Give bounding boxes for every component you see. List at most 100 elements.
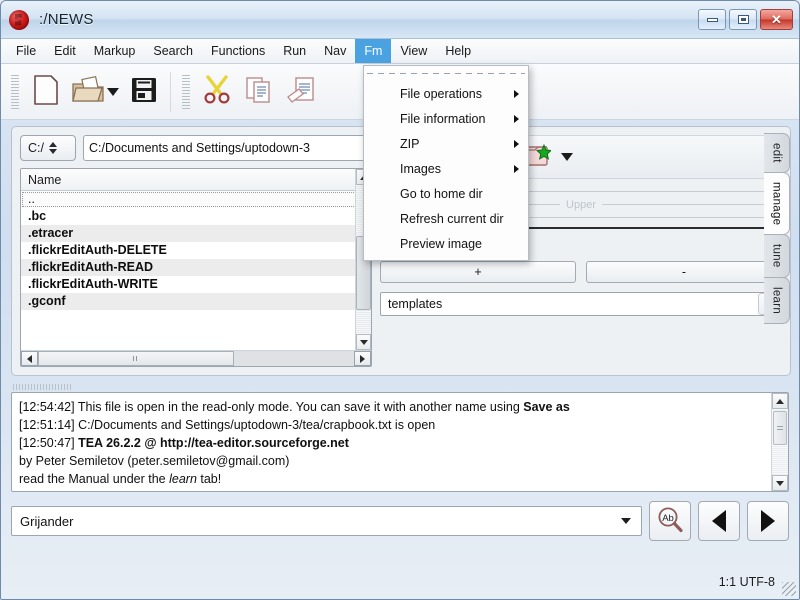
list-item[interactable]: .flickrEditAuth-READ [21, 259, 371, 276]
arrow-right-icon [761, 510, 775, 532]
log-scroll-thumb[interactable] [773, 411, 787, 445]
drive-selector[interactable]: C:/ [20, 135, 76, 161]
bookmarks-buttons: + - [380, 261, 782, 283]
menu-nav[interactable]: Nav [315, 39, 355, 63]
vertical-tab-bar: edit manage tune learn [764, 133, 790, 324]
tab-tune[interactable]: tune [764, 234, 790, 278]
list-item[interactable]: .. [21, 191, 371, 208]
list-item[interactable]: .etracer [21, 225, 371, 242]
menu-item-file-operations[interactable]: File operations [364, 81, 528, 106]
tab-learn[interactable]: learn [764, 276, 790, 324]
file-list-rows: .. .bc .etracer .flickrEditAuth-DELETE .… [21, 191, 371, 366]
scroll-down-button[interactable] [356, 334, 371, 350]
new-file-button[interactable] [25, 71, 67, 113]
fm-left-column: C:/ C:/Documents and Settings/uptodown-3… [20, 135, 372, 367]
menu-file[interactable]: File [7, 39, 45, 63]
menu-item-go-to-home-dir[interactable]: Go to home dir [364, 181, 528, 206]
submenu-arrow-icon [514, 139, 519, 148]
drive-spinner-icon[interactable] [48, 142, 57, 154]
tab-learn-label: learn [770, 286, 783, 314]
tea-app-icon [9, 9, 29, 30]
log-line: [12:50:47] TEA 26.2.2 @ http://tea-edito… [19, 434, 766, 452]
file-list-horizontal-scrollbar[interactable] [21, 350, 371, 366]
svg-text:Ab: Ab [662, 513, 674, 524]
menu-functions[interactable]: Functions [202, 39, 274, 63]
log-panel[interactable]: [12:54:42] This file is open in the read… [11, 392, 789, 492]
file-list-header[interactable]: Name [21, 169, 371, 191]
menu-item-label: Refresh current dir [400, 211, 504, 226]
list-item[interactable]: .flickrEditAuth-DELETE [21, 242, 371, 259]
menu-item-refresh-current-dir[interactable]: Refresh current dir [364, 206, 528, 231]
find-next-button[interactable] [747, 501, 789, 541]
menu-item-preview-image[interactable]: Preview image [364, 231, 528, 256]
bookmark-add-button[interactable]: + [380, 261, 576, 283]
log-text: by Peter Semiletov (peter.semiletov@gmai… [19, 454, 290, 468]
tab-edit-label: edit [770, 143, 783, 163]
menu-item-images[interactable]: Images [364, 156, 528, 181]
file-list[interactable]: Name .. .bc .etracer .flickrEditAuth-DEL… [20, 168, 372, 367]
log-scrollbar[interactable] [771, 393, 788, 491]
log-text-suffix: tab! [196, 472, 222, 486]
find-magnifier-button[interactable]: Ab [649, 501, 691, 541]
list-item[interactable]: .flickrEditAuth-WRITE [21, 276, 371, 293]
bookmarks-combo[interactable]: templates – [380, 292, 782, 316]
path-value: C:/Documents and Settings/uptodown-3 [89, 141, 310, 155]
window-title: :/NEWS [39, 11, 94, 28]
chevron-down-icon[interactable] [621, 518, 631, 524]
log-emphasis: TEA 26.2.2 @ http://tea-editor.sourcefor… [78, 436, 349, 450]
log-time: [12:54:42] [19, 400, 78, 414]
menu-view[interactable]: View [391, 39, 436, 63]
minimize-button[interactable] [698, 9, 726, 30]
tab-edit[interactable]: edit [764, 133, 790, 173]
find-previous-button[interactable] [698, 501, 740, 541]
list-item[interactable]: .bc [21, 208, 371, 225]
save-file-button[interactable] [123, 71, 165, 113]
search-input[interactable]: Grijander [11, 506, 642, 536]
submenu-arrow-icon [514, 89, 519, 98]
paste-button[interactable] [280, 71, 322, 113]
log-scroll-down-button[interactable] [772, 475, 788, 491]
fm-dropdown-menu: File operations File information ZIP Ima… [363, 65, 529, 261]
maximize-button[interactable] [729, 9, 757, 30]
list-item[interactable]: .gconf [21, 293, 371, 310]
save-file-icon [130, 76, 158, 107]
menu-search[interactable]: Search [144, 39, 202, 63]
toolbar-grip[interactable] [11, 74, 19, 109]
new-folder-dropdown-arrow[interactable] [561, 153, 573, 161]
bookmark-remove-button[interactable]: - [586, 261, 782, 283]
log-scroll-up-button[interactable] [772, 393, 788, 409]
hscroll-thumb[interactable] [38, 351, 234, 366]
menu-markup[interactable]: Markup [85, 39, 145, 63]
open-dropdown-arrow[interactable] [107, 87, 119, 96]
cut-button[interactable] [196, 71, 238, 113]
scroll-right-button[interactable] [354, 351, 371, 366]
menu-item-file-information[interactable]: File information [364, 106, 528, 131]
resize-grip[interactable] [782, 582, 796, 596]
close-button[interactable]: ✕ [760, 9, 793, 30]
path-input[interactable]: C:/Documents and Settings/uptodown-3 [83, 135, 372, 161]
hscroll-track[interactable] [38, 351, 354, 366]
menu-edit[interactable]: Edit [45, 39, 85, 63]
scroll-left-button[interactable] [21, 351, 38, 366]
menu-tearoff-handle[interactable] [367, 69, 525, 78]
open-file-button[interactable] [67, 71, 109, 113]
menu-item-zip[interactable]: ZIP [364, 131, 528, 156]
paste-icon [285, 75, 317, 108]
close-icon: ✕ [771, 12, 782, 27]
log-line: [12:54:42] This file is open in the read… [19, 398, 766, 416]
menu-run[interactable]: Run [274, 39, 315, 63]
log-scroll-track[interactable] [772, 409, 788, 475]
caret-down-icon [359, 339, 368, 345]
tab-manage[interactable]: manage [764, 171, 790, 236]
search-bar: Grijander Ab [1, 492, 799, 541]
minimize-icon [706, 17, 718, 22]
menu-fm[interactable]: Fm [355, 39, 392, 63]
status-bar: 1:1 UTF-8 [1, 565, 799, 599]
panel-splitter[interactable] [1, 382, 799, 392]
copy-button[interactable] [238, 71, 280, 113]
toolbar-grip-2[interactable] [182, 74, 190, 109]
menu-help[interactable]: Help [436, 39, 480, 63]
log-emphasis: Save as [523, 400, 570, 414]
menu-item-label: Go to home dir [400, 186, 483, 201]
menu-bar: File Edit Markup Search Functions Run Na… [1, 39, 799, 64]
